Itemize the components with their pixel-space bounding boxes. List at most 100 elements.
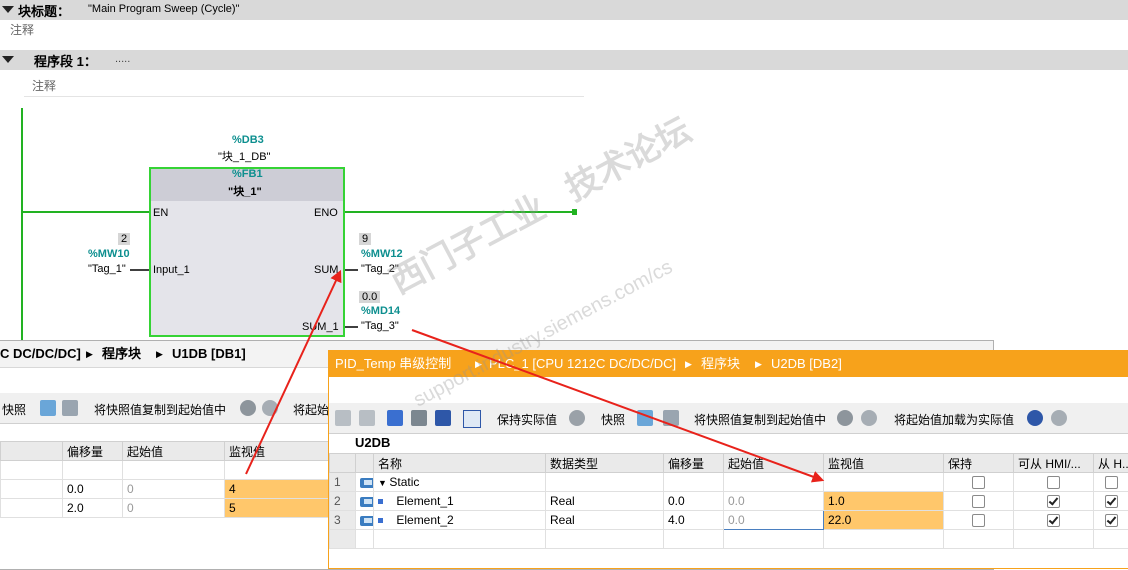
monitor-glasses-icon[interactable] — [463, 410, 481, 428]
col-name[interactable]: 名称 — [374, 454, 546, 473]
database-icon[interactable] — [569, 410, 585, 426]
start-cell[interactable]: 0.0 — [724, 492, 824, 511]
u1db-breadcrumb-plc[interactable]: C DC/DC/DC] — [0, 341, 81, 367]
datatype-cell[interactable]: Real — [546, 492, 664, 511]
monitor-cell: 22.0 — [824, 511, 944, 530]
edit-icon[interactable] — [411, 410, 427, 426]
input-address: %MW10 — [88, 248, 130, 260]
start-cell[interactable] — [724, 473, 824, 492]
sum1-monitor-value: 0.0 — [359, 291, 380, 303]
start-cell[interactable]: 0 — [123, 499, 225, 518]
snapshot-compare-icon[interactable] — [62, 400, 78, 416]
db-element-icon — [360, 497, 374, 507]
col-monitor[interactable]: 监视值 — [225, 442, 331, 461]
copy-snapshot-button[interactable]: 将快照值复制到起始值中 — [694, 411, 826, 428]
row-number: 1 — [330, 473, 356, 492]
sum1-address: %MD14 — [361, 305, 400, 317]
u1db-breadcrumb-blocks[interactable]: 程序块 — [102, 341, 141, 367]
hmi-access-checkbox[interactable] — [1047, 514, 1060, 527]
database-icon[interactable] — [837, 410, 853, 426]
hmi-access-checkbox[interactable] — [1047, 476, 1060, 489]
fb-number: %FB1 — [232, 168, 263, 180]
snapshot-icon[interactable] — [40, 400, 56, 416]
monitor-cell: 5 — [225, 499, 331, 518]
sum1-tag[interactable]: "Tag_3" — [361, 320, 399, 332]
db-name[interactable]: "块_1_DB" — [218, 148, 270, 164]
snapshot-icon[interactable] — [637, 410, 653, 426]
u1db-snapshot-button[interactable]: 快照 — [2, 401, 26, 418]
list-icon[interactable] — [435, 410, 451, 426]
u2db-table: 名称 数据类型 偏移量 起始值 监视值 保持 可从 HMI/... 从 H...… — [329, 453, 1128, 549]
datatype-cell — [546, 473, 664, 492]
keep-actual-button[interactable]: 保持实际值 — [497, 411, 557, 428]
start-cell[interactable]: 0.0 — [724, 511, 824, 530]
db-struct-icon — [360, 478, 374, 488]
fb-name: "块_1" — [228, 183, 262, 199]
from-hmi-checkbox[interactable] — [1105, 495, 1118, 508]
db-element-icon — [360, 516, 374, 526]
u2db-title-project[interactable]: PID_Temp 串级控制 — [335, 351, 451, 377]
hmi-access-checkbox[interactable] — [1047, 495, 1060, 508]
table-row[interactable]: 1 ▼ Static — [330, 473, 1128, 492]
expand-arrow-icon[interactable]: ▼ — [378, 478, 389, 488]
table-row[interactable]: 2.0 0 5 — [1, 499, 331, 518]
row-number: 3 — [330, 511, 356, 530]
expand-icon[interactable] — [387, 410, 403, 426]
breadcrumb-arrow-icon: ▶ — [685, 351, 692, 377]
u1db-copy-snapshot-button[interactable]: 将快照值复制到起始值中 — [94, 401, 226, 418]
col-start[interactable]: 起始值 — [123, 442, 225, 461]
insert-row-icon[interactable] — [335, 410, 351, 426]
breadcrumb-arrow-icon: ▶ — [86, 341, 93, 367]
db-title: U2DB — [355, 435, 390, 450]
offset-cell: 0.0 — [63, 480, 123, 499]
snapshot-button[interactable]: 快照 — [601, 411, 625, 428]
table-header-row: 偏移量 起始值 监视值 — [1, 442, 331, 461]
table-header-row: 名称 数据类型 偏移量 起始值 监视值 保持 可从 HMI/... 从 H... — [330, 454, 1128, 473]
snapshot-compare-icon[interactable] — [663, 410, 679, 426]
u1db-load-start-button[interactable]: 将起始 — [293, 401, 329, 418]
element-bullet-icon — [378, 518, 383, 523]
from-hmi-checkbox[interactable] — [1105, 514, 1118, 527]
retain-checkbox[interactable] — [972, 476, 985, 489]
from-hmi-checkbox[interactable] — [1105, 476, 1118, 489]
database-download-icon[interactable] — [1027, 410, 1043, 426]
input-tag[interactable]: "Tag_1" — [88, 263, 126, 275]
table-row[interactable] — [330, 530, 1128, 549]
offset-cell: 2.0 — [63, 499, 123, 518]
table-row[interactable]: 3 Element_2 Real 4.0 0.0 22.0 — [330, 511, 1128, 530]
input-monitor-value: 2 — [118, 233, 130, 245]
col-start[interactable]: 起始值 — [724, 454, 824, 473]
name-cell[interactable]: Static — [389, 475, 419, 489]
col-retain[interactable]: 保持 — [944, 454, 1014, 473]
database-icon[interactable] — [240, 400, 256, 416]
table-row[interactable] — [1, 461, 331, 480]
name-cell[interactable]: Element_1 — [396, 494, 453, 508]
col-monitor[interactable]: 监视值 — [824, 454, 944, 473]
col-offset[interactable]: 偏移量 — [63, 442, 123, 461]
database-upload-icon[interactable] — [1051, 410, 1067, 426]
database-load-icon[interactable] — [861, 410, 877, 426]
col-datatype[interactable]: 数据类型 — [546, 454, 664, 473]
retain-checkbox[interactable] — [972, 514, 985, 527]
datatype-cell[interactable]: Real — [546, 511, 664, 530]
database-load-icon[interactable] — [262, 400, 278, 416]
u2db-title-blocks[interactable]: 程序块 — [701, 351, 740, 377]
monitor-cell — [824, 473, 944, 492]
pin-sum: SUM — [314, 264, 338, 276]
u1db-breadcrumb-db[interactable]: U1DB [DB1] — [172, 341, 246, 367]
breadcrumb-arrow-icon: ▶ — [755, 351, 762, 377]
col-offset[interactable]: 偏移量 — [664, 454, 724, 473]
monitor-cell: 4 — [225, 480, 331, 499]
name-cell[interactable]: Element_2 — [396, 513, 453, 527]
pin-en: EN — [153, 207, 168, 219]
table-row[interactable]: 0.0 0 4 — [1, 480, 331, 499]
retain-checkbox[interactable] — [972, 495, 985, 508]
load-start-button[interactable]: 将起始值加载为实际值 — [894, 411, 1014, 428]
start-cell[interactable]: 0 — [123, 480, 225, 499]
table-row[interactable]: 2 Element_1 Real 0.0 0.0 1.0 — [330, 492, 1128, 511]
u2db-toolbar: 保持实际值 快照 将快照值复制到起始值中 将起始值加载为实际值 — [329, 403, 1128, 434]
add-row-icon[interactable] — [359, 410, 375, 426]
col-from-hmi[interactable]: 从 H... — [1094, 454, 1128, 473]
col-hmi-access[interactable]: 可从 HMI/... — [1014, 454, 1094, 473]
u2db-title-db[interactable]: U2DB [DB2] — [771, 351, 842, 377]
